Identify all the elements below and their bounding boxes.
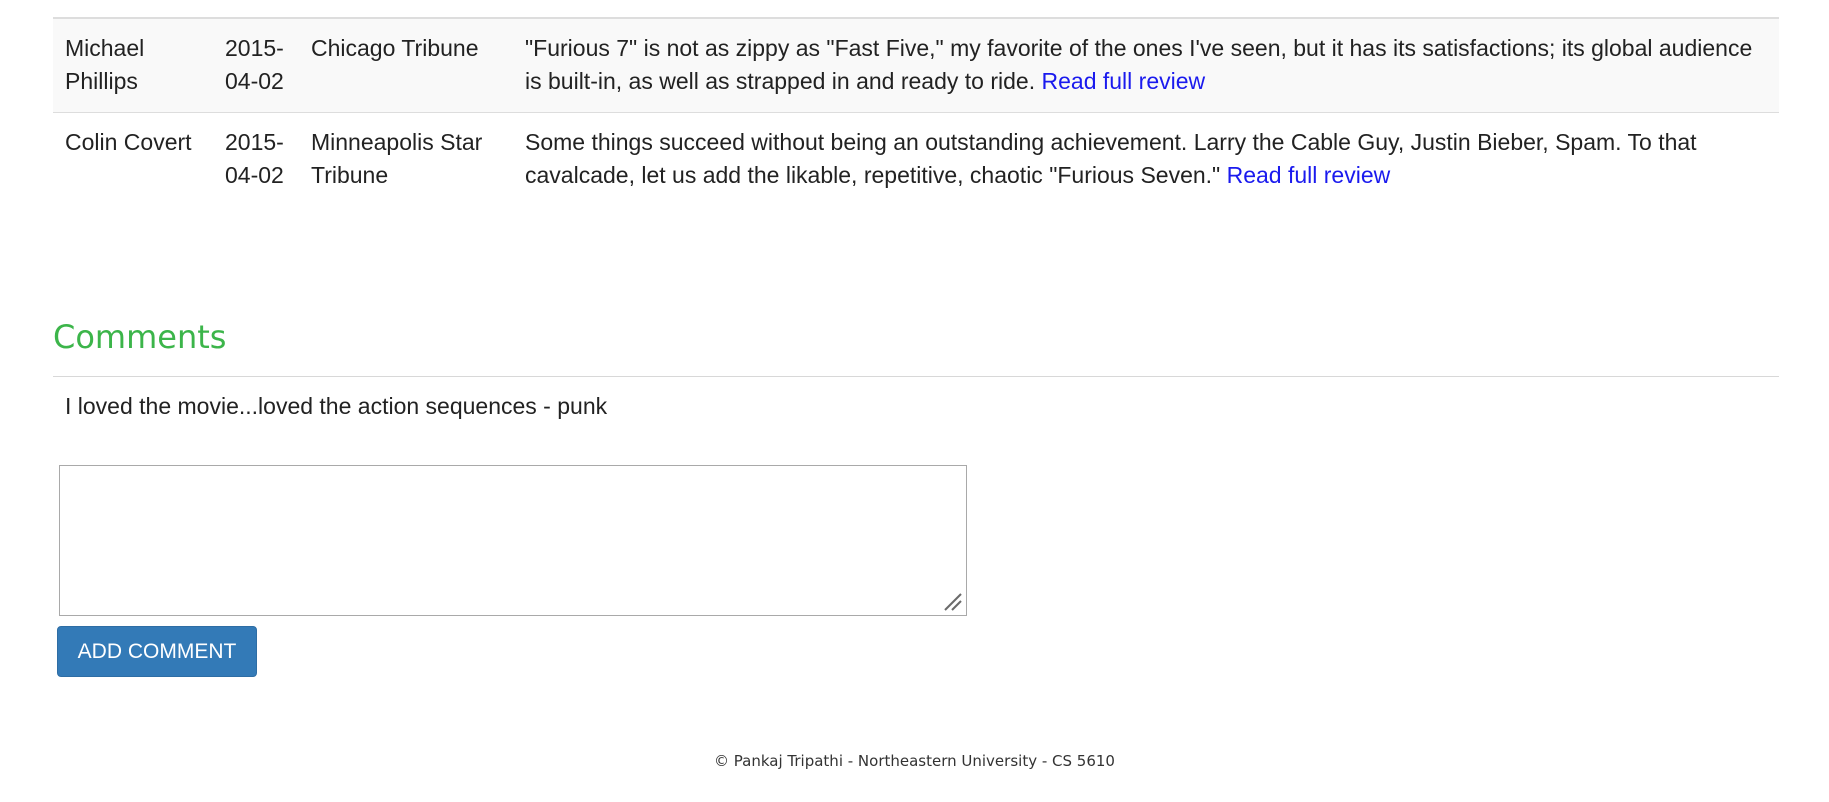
movie-details-page: Michael Phillips 2015-04-02 Chicago Trib…: [0, 0, 1829, 802]
critic-name: Michael Phillips: [65, 35, 145, 94]
add-comment-button[interactable]: ADD COMMENT: [57, 626, 257, 677]
review-quote: Some things succeed without being an out…: [525, 129, 1697, 188]
table-row: Michael Phillips 2015-04-02 Chicago Trib…: [53, 18, 1779, 113]
table-row: Colin Covert 2015-04-02 Minneapolis Star…: [53, 112, 1779, 206]
critic-reviews-table: Michael Phillips 2015-04-02 Chicago Trib…: [53, 17, 1779, 206]
comment-item: I loved the movie...loved the action seq…: [65, 393, 608, 419]
footer-copyright: © Pankaj Tripathi - Northeastern Univers…: [714, 752, 1115, 770]
comments-divider: [53, 376, 1779, 377]
resize-grip-icon[interactable]: [942, 591, 964, 613]
comments-heading: Comments: [53, 318, 227, 356]
publication-name: Chicago Tribune: [311, 35, 479, 61]
read-full-review-link[interactable]: Read full review: [1042, 68, 1206, 94]
new-comment-textarea[interactable]: [59, 465, 967, 616]
read-full-review-link[interactable]: Read full review: [1227, 162, 1391, 188]
review-date: 2015-04-02: [213, 112, 299, 206]
publication-name: Minneapolis Star Tribune: [299, 112, 513, 206]
review-quote-cell: Some things succeed without being an out…: [513, 112, 1779, 206]
critic-name: Colin Covert: [53, 112, 213, 206]
review-quote-cell: "Furious 7" is not as zippy as "Fast Fiv…: [513, 18, 1779, 113]
review-date: 2015-04-02: [225, 35, 284, 94]
